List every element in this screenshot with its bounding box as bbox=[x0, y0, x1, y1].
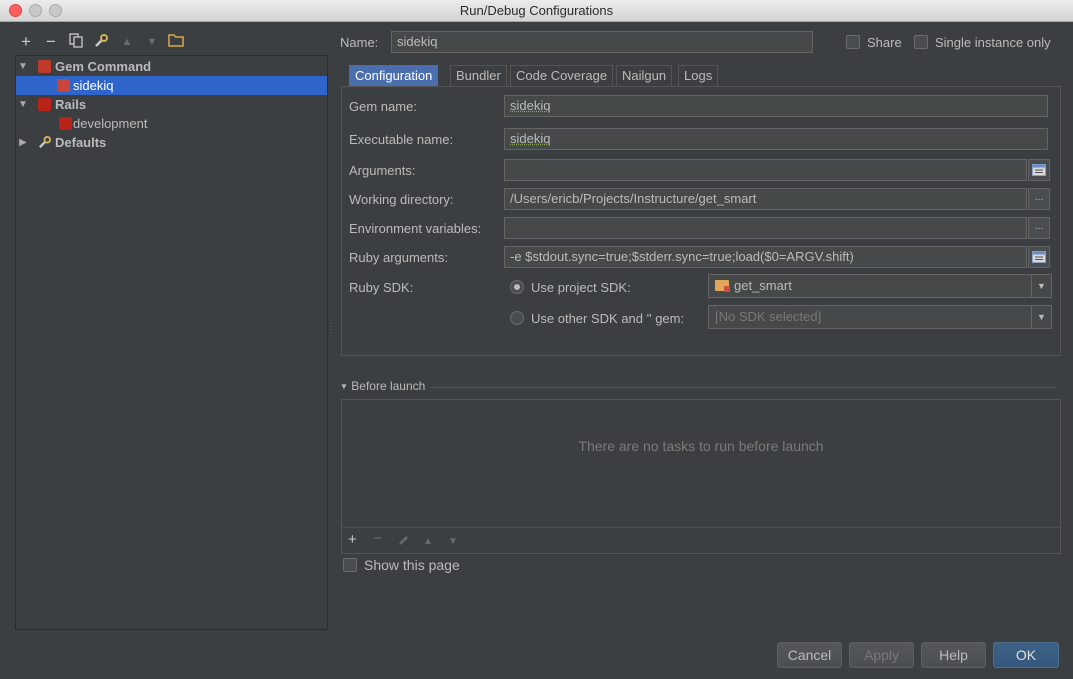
tree-item-label: development bbox=[73, 116, 148, 131]
empty-tasks-message: There are no tasks to run before launch bbox=[578, 438, 824, 454]
before-launch-toggle[interactable]: ▼ Before launch bbox=[340, 379, 425, 393]
title-bar: Run/Debug Configurations bbox=[0, 0, 1073, 22]
working-directory-label: Working directory: bbox=[349, 192, 454, 207]
before-launch-tasks-list: There are no tasks to run before launch … bbox=[341, 399, 1061, 554]
move-down-icon: ▼ bbox=[448, 536, 458, 547]
rails-icon bbox=[38, 98, 51, 111]
single-instance-checkbox[interactable] bbox=[914, 35, 928, 49]
defaults-wrench-icon bbox=[37, 135, 52, 155]
apply-button: Apply bbox=[849, 642, 914, 668]
collapse-arrow-icon: ▼ bbox=[340, 382, 348, 391]
tab-bundler[interactable]: Bundler bbox=[450, 65, 507, 87]
ok-button[interactable]: OK bbox=[993, 642, 1059, 668]
wrench-icon[interactable] bbox=[92, 33, 110, 51]
before-launch-title: Before launch bbox=[351, 379, 426, 393]
tree-item-label: Gem Command bbox=[55, 59, 152, 74]
edit-task-icon bbox=[398, 534, 410, 552]
project-sdk-dropdown[interactable]: get_smart ▼ bbox=[708, 274, 1052, 298]
share-label: Share bbox=[867, 35, 902, 50]
gem-name-value: sidekiq bbox=[510, 98, 551, 113]
add-task-icon[interactable]: + bbox=[348, 532, 357, 548]
window-title: Run/Debug Configurations bbox=[459, 3, 614, 18]
executable-name-label: Executable name: bbox=[349, 132, 454, 147]
use-project-sdk-radio[interactable] bbox=[510, 280, 524, 294]
name-field[interactable]: sidekiq bbox=[391, 31, 813, 53]
show-this-page-label: Show this page bbox=[364, 557, 460, 573]
remove-task-icon: − bbox=[373, 530, 382, 547]
tree-item-sidekiq[interactable]: sidekiq bbox=[16, 76, 327, 95]
collapse-arrow-icon[interactable]: ▶ bbox=[18, 133, 28, 152]
environment-variables-field[interactable] bbox=[504, 217, 1027, 239]
working-directory-field[interactable]: /Users/ericb/Projects/Instructure/get_sm… bbox=[504, 188, 1027, 210]
tasks-toolbar: + − ▲ ▼ bbox=[342, 527, 1060, 553]
other-sdk-dropdown: [No SDK selected] ▼ bbox=[708, 305, 1052, 329]
show-this-page-checkbox[interactable] bbox=[343, 558, 357, 572]
move-up-icon: ▲ bbox=[121, 36, 133, 48]
arguments-label: Arguments: bbox=[349, 163, 416, 178]
tab-configuration[interactable]: Configuration bbox=[349, 65, 439, 87]
ruby-sdk-label: Ruby SDK: bbox=[349, 280, 414, 295]
remove-icon[interactable]: − bbox=[42, 33, 60, 51]
tree-item-label: Rails bbox=[55, 97, 87, 112]
expand-arguments-button[interactable] bbox=[1028, 159, 1050, 181]
ruby-arguments-field[interactable]: -e $stdout.sync=true;$stderr.sync=true;l… bbox=[504, 246, 1027, 268]
executable-name-field[interactable]: sidekiq bbox=[504, 128, 1048, 150]
ruby-arguments-label: Ruby arguments: bbox=[349, 250, 448, 265]
gem-name-label: Gem name: bbox=[349, 99, 417, 114]
use-project-sdk-label: Use project SDK: bbox=[531, 280, 631, 295]
folder-icon[interactable] bbox=[167, 33, 185, 51]
gem-command-icon bbox=[38, 60, 51, 73]
browse-directory-button[interactable]: ... bbox=[1028, 188, 1050, 210]
environment-variables-label: Environment variables: bbox=[349, 221, 482, 236]
single-instance-label: Single instance only bbox=[935, 35, 1051, 50]
expand-arrow-icon[interactable]: ▼ bbox=[18, 57, 28, 76]
tree-item-development[interactable]: development bbox=[16, 114, 327, 133]
separator bbox=[430, 387, 1057, 388]
copy-icon[interactable] bbox=[67, 33, 85, 51]
name-label: Name: bbox=[340, 35, 379, 50]
expand-ruby-arguments-button[interactable] bbox=[1028, 246, 1050, 268]
chevron-down-icon: ▼ bbox=[1031, 275, 1051, 297]
use-other-sdk-radio[interactable] bbox=[510, 311, 524, 325]
project-sdk-value: get_smart bbox=[734, 278, 792, 293]
configuration-tree[interactable]: ▼ Gem Command sidekiq ▼ Rails developmen… bbox=[15, 55, 328, 630]
gem-icon bbox=[57, 79, 70, 92]
tree-item-rails[interactable]: ▼ Rails bbox=[16, 95, 327, 114]
cancel-button[interactable]: Cancel bbox=[777, 642, 842, 668]
tab-logs[interactable]: Logs bbox=[678, 65, 719, 87]
gem-name-field[interactable]: sidekiq bbox=[504, 95, 1048, 117]
project-folder-icon bbox=[715, 280, 730, 292]
tab-nailgun[interactable]: Nailgun bbox=[616, 65, 673, 87]
tree-item-label: Defaults bbox=[55, 135, 107, 150]
executable-name-value: sidekiq bbox=[510, 131, 551, 146]
tree-item-defaults[interactable]: ▶ Defaults bbox=[16, 133, 327, 152]
rails-icon bbox=[59, 117, 72, 130]
help-button[interactable]: Help bbox=[921, 642, 986, 668]
chevron-down-icon: ▼ bbox=[1031, 306, 1051, 328]
tree-item-gem-command[interactable]: ▼ Gem Command bbox=[16, 57, 327, 76]
splitter-handle[interactable]: · · · · bbox=[330, 320, 333, 337]
tab-code-coverage[interactable]: Code Coverage bbox=[510, 65, 614, 87]
expand-arrow-icon[interactable]: ▼ bbox=[18, 95, 28, 114]
other-sdk-value: [No SDK selected] bbox=[715, 309, 822, 324]
add-icon[interactable]: + bbox=[17, 33, 35, 51]
arguments-field[interactable] bbox=[504, 159, 1027, 181]
tree-item-label: sidekiq bbox=[73, 78, 114, 93]
share-checkbox[interactable] bbox=[846, 35, 860, 49]
edit-environment-button[interactable]: ... bbox=[1028, 217, 1050, 239]
move-down-icon: ▼ bbox=[146, 36, 158, 48]
move-up-icon: ▲ bbox=[423, 536, 433, 547]
use-other-sdk-label: Use other SDK and '' gem: bbox=[531, 311, 685, 326]
